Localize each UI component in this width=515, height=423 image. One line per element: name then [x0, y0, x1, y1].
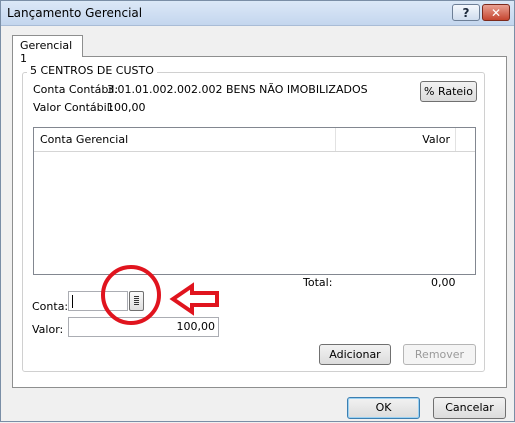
- cost-center-grid[interactable]: Conta Gerencial Valor: [33, 127, 476, 275]
- valor-label: Valor:: [32, 323, 64, 336]
- conta-contabil-label: Conta Contábil:: [33, 83, 119, 96]
- column-header-valor[interactable]: Valor: [336, 128, 456, 151]
- column-header-conta-gerencial[interactable]: Conta Gerencial: [34, 128, 336, 151]
- group-title: 5 CENTROS DE CUSTO: [27, 64, 157, 77]
- valor-contabil-value: 100,00: [107, 101, 146, 114]
- grid-header: Conta Gerencial Valor: [34, 128, 475, 152]
- total-label: Total:: [303, 276, 333, 289]
- close-button[interactable]: ✕: [482, 4, 510, 21]
- help-button[interactable]: ?: [452, 4, 480, 21]
- valor-contabil-label: Valor Contábil:: [33, 101, 114, 114]
- conta-contabil-value: 3.01.01.002.002.002 BENS NÃO IMOBILIZADO…: [107, 83, 368, 96]
- rateio-button[interactable]: % Rateio: [420, 81, 477, 102]
- window-title: Lançamento Gerencial: [7, 6, 143, 20]
- tab-gerencial-1[interactable]: Gerencial 1: [12, 35, 83, 65]
- ok-button[interactable]: OK: [347, 397, 420, 419]
- cancel-button[interactable]: Cancelar: [433, 397, 506, 419]
- conta-input[interactable]: [68, 291, 128, 311]
- text-caret: [72, 295, 73, 308]
- valor-input[interactable]: 100,00: [68, 317, 219, 337]
- conta-label: Conta:: [32, 300, 69, 313]
- total-value: 0,00: [431, 276, 456, 289]
- column-header-filler: [456, 128, 475, 151]
- conta-lookup-button[interactable]: [129, 291, 144, 311]
- list-lookup-icon: [134, 296, 139, 306]
- dialog-window: Lançamento Gerencial ? ✕ Gerencial 1 5 C…: [0, 0, 515, 422]
- title-bar: Lançamento Gerencial ? ✕: [1, 1, 514, 26]
- remover-button[interactable]: Remover: [403, 344, 476, 365]
- adicionar-button[interactable]: Adicionar: [319, 344, 391, 365]
